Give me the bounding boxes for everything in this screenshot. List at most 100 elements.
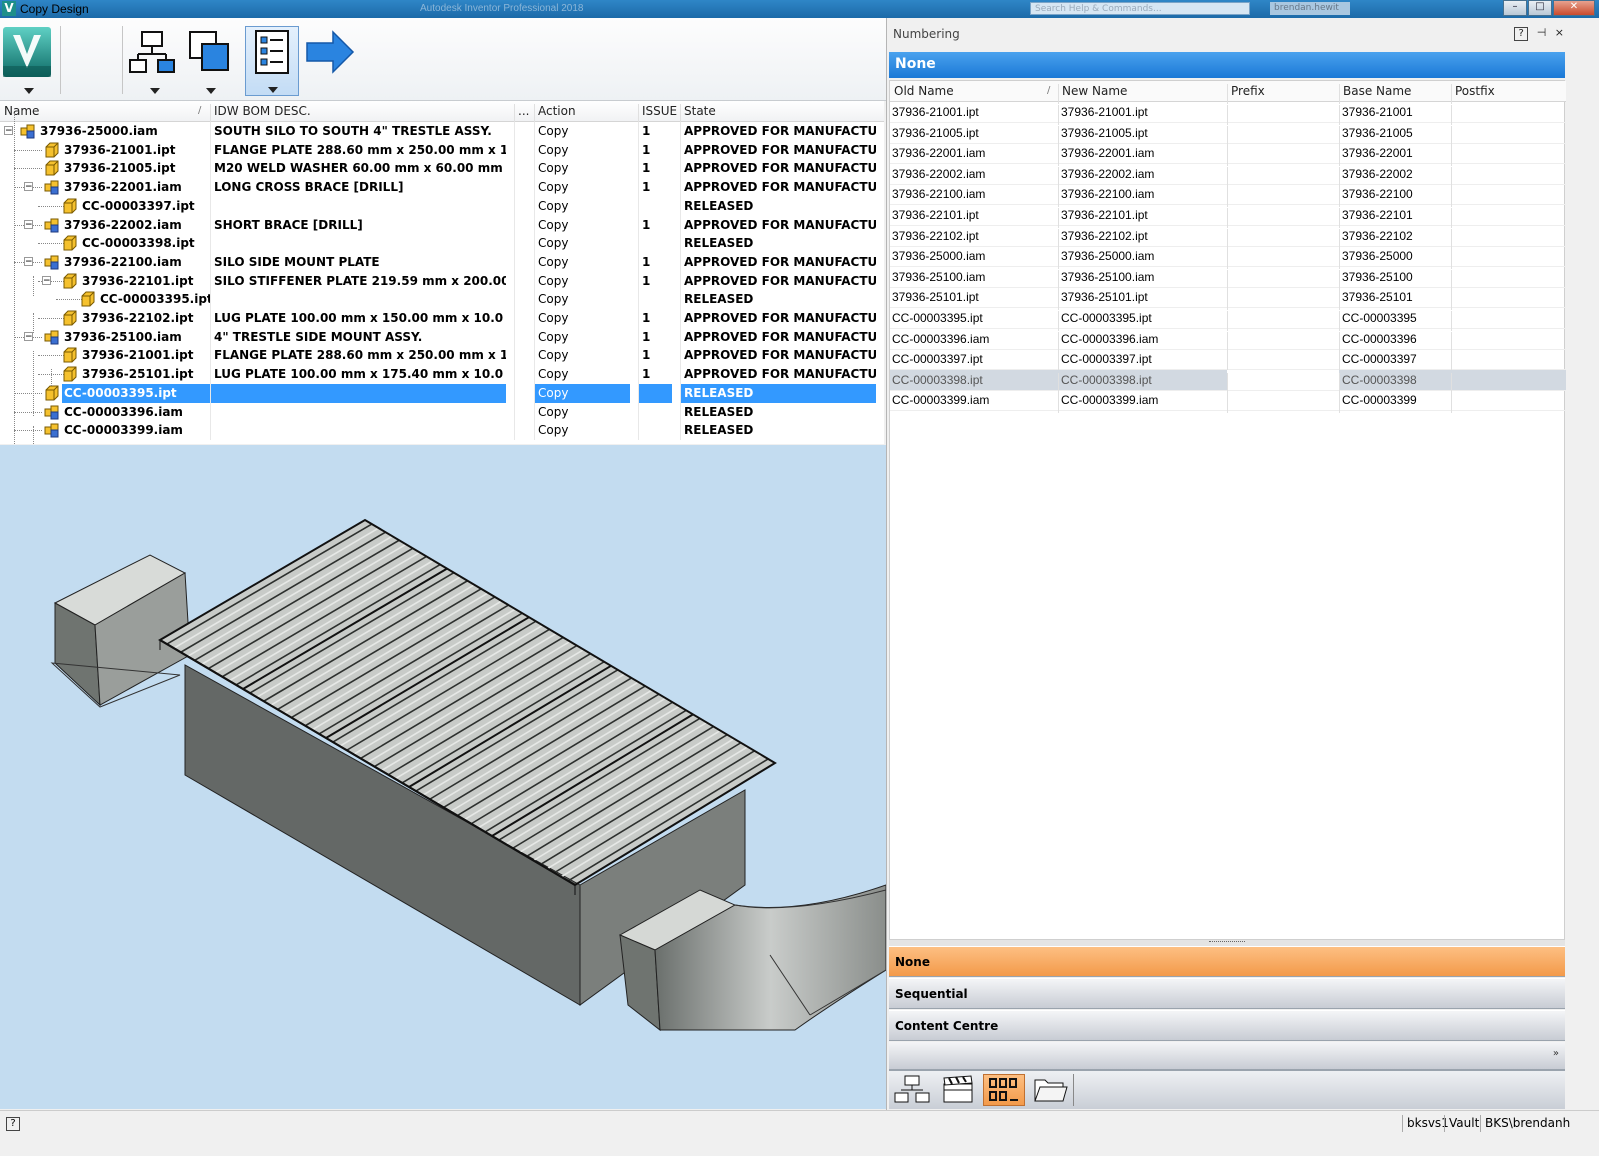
next-step-button[interactable]: [305, 26, 359, 96]
numbering-new-name[interactable]: 37936-22001.iam: [1061, 146, 1154, 160]
numbering-base-name[interactable]: 37936-22102: [1342, 229, 1413, 243]
col-old-name-header[interactable]: Old Name: [894, 84, 954, 98]
select-tree-button[interactable]: [128, 26, 182, 96]
tree-row-name[interactable]: CC-00003396.iam: [62, 403, 210, 422]
collapse-toggle-icon[interactable]: −: [42, 275, 51, 285]
tree-row-name[interactable]: 37936-21001.ipt: [62, 141, 210, 160]
tree-row-action[interactable]: Copy: [534, 197, 630, 216]
col-action-header[interactable]: Action: [538, 104, 576, 118]
numbering-new-name[interactable]: CC-00003397.ipt: [1061, 352, 1152, 366]
tree-row-action[interactable]: Copy: [534, 253, 630, 272]
tree-row-name[interactable]: 37936-21005.ipt: [62, 159, 210, 178]
tree-row-name[interactable]: 37936-22100.iam: [62, 253, 210, 272]
col-issue-header[interactable]: ISSUE: [642, 104, 677, 118]
numbering-base-name[interactable]: CC-00003397: [1342, 352, 1417, 366]
numbering-new-name[interactable]: CC-00003398.ipt: [1061, 373, 1152, 387]
select-copy-button[interactable]: [184, 26, 238, 96]
tree-row-action[interactable]: Copy: [534, 290, 630, 309]
tree-row-name[interactable]: CC-00003399.iam: [62, 421, 210, 440]
tree-row-name[interactable]: 37936-25100.iam: [62, 328, 210, 347]
actions-tab[interactable]: [937, 1074, 979, 1106]
numbering-base-name[interactable]: 37936-25101: [1342, 290, 1413, 304]
col-state-header[interactable]: State: [684, 104, 716, 118]
numbering-base-name[interactable]: 37936-22100: [1342, 187, 1413, 201]
numbering-new-name[interactable]: 37936-21005.ipt: [1061, 126, 1148, 140]
collapse-toggle-icon[interactable]: −: [24, 256, 33, 266]
tree-row-action[interactable]: Copy: [534, 159, 630, 178]
model-viewport[interactable]: [0, 445, 886, 1109]
numbering-base-name[interactable]: CC-00003398: [1342, 373, 1417, 387]
numbering-new-name[interactable]: 37936-21001.ipt: [1061, 105, 1148, 119]
tree-row-name[interactable]: CC-00003395.ipt: [98, 290, 210, 309]
numbering-row[interactable]: 37936-25101.ipt 37936-25101.ipt 37936-2510…: [890, 287, 1566, 311]
numbering-base-name[interactable]: 37936-21005: [1342, 126, 1413, 140]
numbering-base-name[interactable]: CC-00003399: [1342, 393, 1417, 407]
numbering-row[interactable]: 37936-25100.iam 37936-25100.iam 37936-2510…: [890, 267, 1566, 290]
tree-row[interactable]: CC-00003395.ipt Copy RELEASED: [0, 290, 884, 310]
col-new-name-header[interactable]: New Name: [1062, 84, 1127, 98]
tree-row[interactable]: − 37936-22002.iam SHORT BRACE [DRILL] Copy 1…: [0, 215, 884, 235]
tree-row-action[interactable]: Copy: [534, 234, 630, 253]
numbering-new-name[interactable]: CC-00003395.ipt: [1061, 311, 1152, 325]
vault-menu-button[interactable]: [2, 26, 56, 96]
more-schemes-bar[interactable]: »: [889, 1042, 1565, 1070]
numbering-base-name[interactable]: CC-00003396: [1342, 332, 1417, 346]
tree-row[interactable]: CC-00003397.ipt Copy RELEASED: [0, 196, 884, 216]
numbering-base-name[interactable]: 37936-22001: [1342, 146, 1413, 160]
tree-row[interactable]: − 37936-22101.ipt SILO STIFFENER PLATE 219…: [0, 271, 884, 291]
numbering-base-name[interactable]: 37936-22002: [1342, 167, 1413, 181]
tree-row-action[interactable]: Copy: [534, 365, 630, 384]
tree-row-name[interactable]: CC-00003397.ipt: [80, 197, 210, 216]
folders-tab[interactable]: [1029, 1074, 1071, 1106]
tree-row[interactable]: 37936-21001.ipt FLANGE PLATE 288.60 mm x …: [0, 140, 884, 160]
numbering-new-name[interactable]: 37936-25101.ipt: [1061, 290, 1148, 304]
tree-row[interactable]: CC-00003396.iam Copy RELEASED: [0, 402, 884, 422]
help-icon[interactable]: ?: [6, 1117, 20, 1131]
tree-row-name[interactable]: CC-00003398.ipt: [80, 234, 210, 253]
numbering-new-name[interactable]: CC-00003399.iam: [1061, 393, 1158, 407]
tree-row[interactable]: 37936-21001.ipt FLANGE PLATE 288.60 mm x …: [0, 346, 884, 366]
tree-row[interactable]: 37936-21005.ipt M20 WELD WASHER 60.00 mm …: [0, 159, 884, 179]
tree-row-action[interactable]: Copy: [534, 403, 630, 422]
numbering-row[interactable]: 37936-22101.ipt 37936-22101.ipt 37936-2210…: [890, 205, 1566, 228]
tree-row-name[interactable]: 37936-21001.ipt: [80, 346, 210, 365]
collapse-toggle-icon[interactable]: −: [24, 182, 33, 192]
col-postfix-header[interactable]: Postfix: [1455, 84, 1495, 98]
close-panel-icon[interactable]: ×: [1555, 26, 1564, 39]
numbering-row[interactable]: CC-00003398.ipt CC-00003398.ipt CC-0000339…: [890, 369, 1566, 393]
maximize-button[interactable]: □: [1528, 0, 1552, 16]
numbering-row[interactable]: 37936-22002.iam 37936-22002.iam 37936-2200…: [890, 164, 1566, 187]
numbering-tab[interactable]: [983, 1074, 1025, 1106]
tree-row-name[interactable]: 37936-25000.iam: [38, 122, 210, 141]
tree-row-name[interactable]: CC-00003395.ipt: [62, 383, 210, 403]
tree-row[interactable]: CC-00003395.ipt Copy RELEASED: [0, 383, 884, 403]
tree-row-action[interactable]: Copy: [534, 272, 630, 291]
numbering-row[interactable]: 37936-21005.ipt 37936-21005.ipt 37936-2100…: [890, 123, 1566, 146]
tree-row-action[interactable]: Copy: [534, 346, 630, 365]
tree-row[interactable]: 37936-22102.ipt LUG PLATE 100.00 mm x 150…: [0, 309, 884, 328]
tree-row[interactable]: CC-00003399.iam Copy RELEASED: [0, 421, 884, 441]
col-base-name-header[interactable]: Base Name: [1343, 84, 1411, 98]
numbering-base-name[interactable]: CC-00003395: [1342, 311, 1417, 325]
numbering-row[interactable]: 37936-22100.iam 37936-22100.iam 37936-2210…: [890, 184, 1566, 208]
tree-row[interactable]: 37936-25101.ipt LUG PLATE 100.00 mm x 175…: [0, 365, 884, 385]
numbering-new-name[interactable]: 37936-22102.ipt: [1061, 229, 1148, 243]
numbering-row[interactable]: 37936-22102.ipt 37936-22102.ipt 37936-2210…: [890, 226, 1566, 249]
numbering-base-name[interactable]: 37936-25000: [1342, 249, 1413, 263]
tree-row-name[interactable]: 37936-22001.iam: [62, 178, 210, 197]
numbering-row[interactable]: 37936-22001.iam 37936-22001.iam 37936-2200…: [890, 143, 1566, 167]
numbering-new-name[interactable]: 37936-22002.iam: [1061, 167, 1154, 181]
structure-tab[interactable]: [891, 1074, 933, 1106]
numbering-row[interactable]: CC-00003399.iam CC-00003399.iam CC-0000339…: [890, 390, 1566, 414]
tree-row-name[interactable]: 37936-22101.ipt: [80, 272, 210, 291]
numbering-new-name[interactable]: 37936-25000.iam: [1061, 249, 1154, 263]
numbering-new-name[interactable]: 37936-22100.iam: [1061, 187, 1154, 201]
numbering-new-name[interactable]: 37936-25100.iam: [1061, 270, 1154, 284]
tree-row-action[interactable]: Copy: [534, 309, 630, 328]
tree-row-name[interactable]: 37936-25101.ipt: [80, 365, 210, 384]
help-icon[interactable]: ?: [1514, 27, 1529, 41]
col-name-header[interactable]: Name: [4, 104, 39, 118]
collapse-toggle-icon[interactable]: −: [4, 126, 13, 136]
tree-row-action[interactable]: Copy: [534, 383, 630, 403]
pin-icon[interactable]: ⊣: [1537, 26, 1547, 39]
